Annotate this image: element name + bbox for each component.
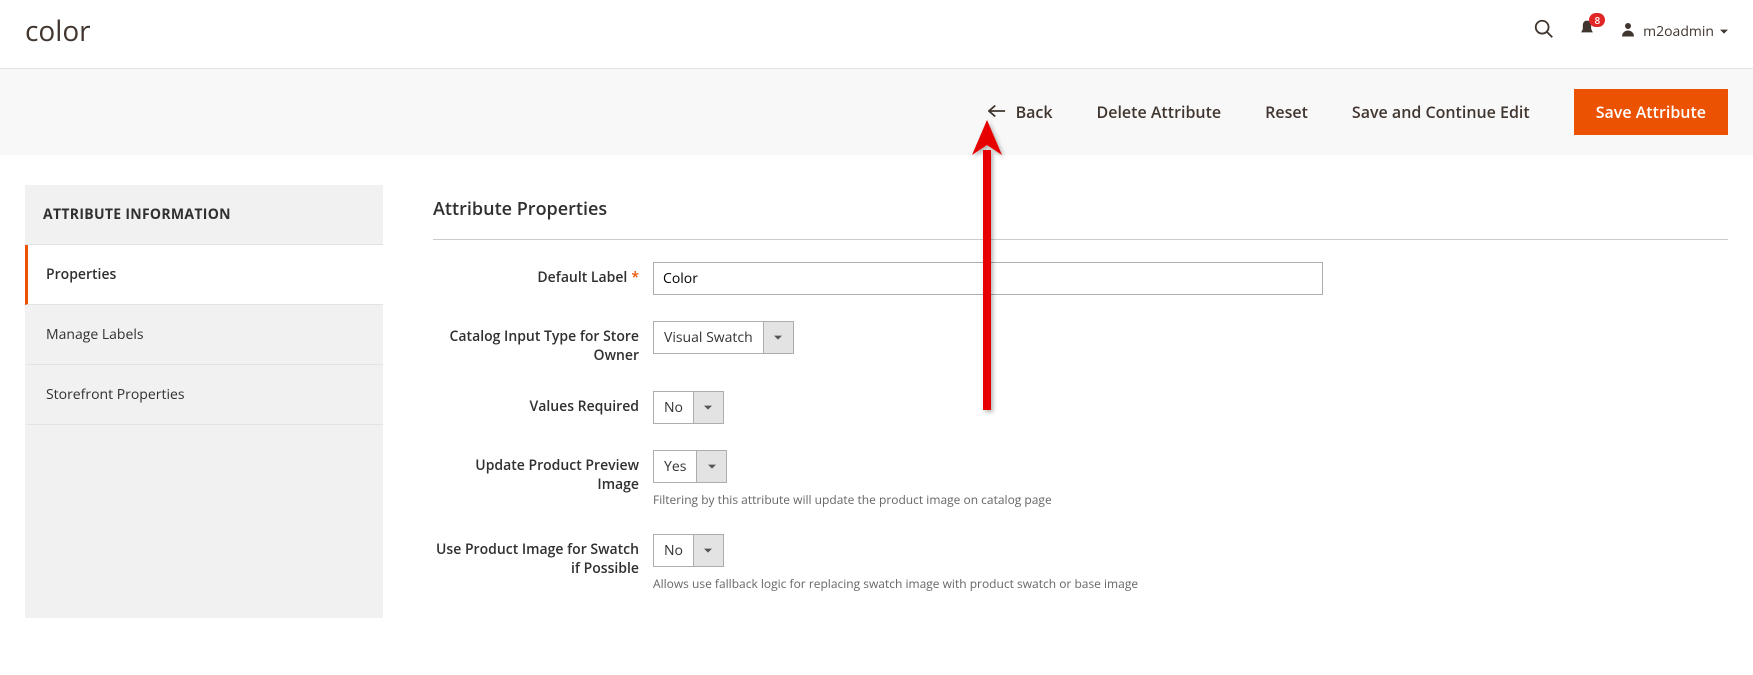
back-label: Back — [1016, 101, 1053, 123]
page-title: color — [25, 12, 91, 50]
section-title: Attribute Properties — [433, 197, 1728, 240]
main-panel: Attribute Properties Default Label* Cata… — [433, 185, 1728, 618]
control-wrap: No Allows use fallback logic for replaci… — [653, 534, 1728, 592]
select-value: Yes — [654, 451, 696, 482]
sidebar-item-storefront-properties[interactable]: Storefront Properties — [25, 365, 383, 425]
label-default-label: Default Label* — [433, 262, 653, 287]
select-value: No — [654, 392, 693, 423]
save-attribute-button[interactable]: Save Attribute — [1574, 89, 1728, 135]
default-label-input[interactable] — [653, 262, 1323, 295]
label-update-preview: Update Product Preview Image — [433, 450, 653, 494]
help-text: Filtering by this attribute will update … — [653, 491, 1728, 508]
field-default-label: Default Label* — [433, 262, 1728, 295]
sidebar-item-label: Storefront Properties — [46, 385, 185, 404]
sidebar-item-label: Manage Labels — [46, 325, 144, 344]
back-button[interactable]: Back — [988, 101, 1053, 123]
user-name-label: m2oadmin — [1643, 22, 1714, 41]
required-star: * — [631, 268, 639, 287]
field-use-product-image: Use Product Image for Swatch if Possible… — [433, 534, 1728, 592]
label-input-type: Catalog Input Type for Store Owner — [433, 321, 653, 365]
bell-icon — [1577, 25, 1597, 44]
chevron-down-icon — [763, 322, 793, 353]
chevron-down-icon — [693, 392, 723, 423]
sidebar: ATTRIBUTE INFORMATION Properties Manage … — [25, 185, 383, 618]
user-menu[interactable]: m2oadmin — [1619, 20, 1728, 43]
content-wrapper: ATTRIBUTE INFORMATION Properties Manage … — [0, 155, 1753, 648]
label-use-product-image: Use Product Image for Swatch if Possible — [433, 534, 653, 578]
control-wrap: Visual Swatch — [653, 321, 1728, 354]
help-text: Allows use fallback logic for replacing … — [653, 575, 1728, 592]
user-icon — [1619, 20, 1637, 43]
select-value: No — [654, 535, 693, 566]
save-continue-button[interactable]: Save and Continue Edit — [1352, 101, 1530, 123]
field-update-preview: Update Product Preview Image Yes Filteri… — [433, 450, 1728, 508]
sidebar-item-label: Properties — [46, 265, 116, 284]
arrow-left-icon — [988, 101, 1006, 123]
sidebar-item-properties[interactable]: Properties — [25, 245, 383, 305]
control-wrap: No — [653, 391, 1728, 424]
search-icon[interactable] — [1533, 18, 1555, 45]
notifications-button[interactable]: 8 — [1577, 19, 1597, 44]
chevron-down-icon — [693, 535, 723, 566]
sidebar-title: ATTRIBUTE INFORMATION — [25, 185, 383, 245]
sidebar-item-manage-labels[interactable]: Manage Labels — [25, 305, 383, 365]
control-wrap — [653, 262, 1728, 295]
caret-down-icon — [1720, 22, 1728, 41]
input-type-select[interactable]: Visual Swatch — [653, 321, 794, 354]
label-values-required: Values Required — [433, 391, 653, 416]
reset-button[interactable]: Reset — [1265, 101, 1308, 123]
control-wrap: Yes Filtering by this attribute will upd… — [653, 450, 1728, 508]
notification-count-badge: 8 — [1589, 13, 1605, 27]
field-values-required: Values Required No — [433, 391, 1728, 424]
values-required-select[interactable]: No — [653, 391, 724, 424]
use-product-image-select[interactable]: No — [653, 534, 724, 567]
select-value: Visual Swatch — [654, 322, 763, 353]
page-header: color 8 m2oadmin — [0, 0, 1753, 68]
field-input-type: Catalog Input Type for Store Owner Visua… — [433, 321, 1728, 365]
action-bar: Back Delete Attribute Reset Save and Con… — [0, 68, 1753, 155]
delete-attribute-button[interactable]: Delete Attribute — [1097, 101, 1222, 123]
header-toolbar: 8 m2oadmin — [1533, 18, 1728, 45]
update-preview-select[interactable]: Yes — [653, 450, 727, 483]
chevron-down-icon — [696, 451, 726, 482]
